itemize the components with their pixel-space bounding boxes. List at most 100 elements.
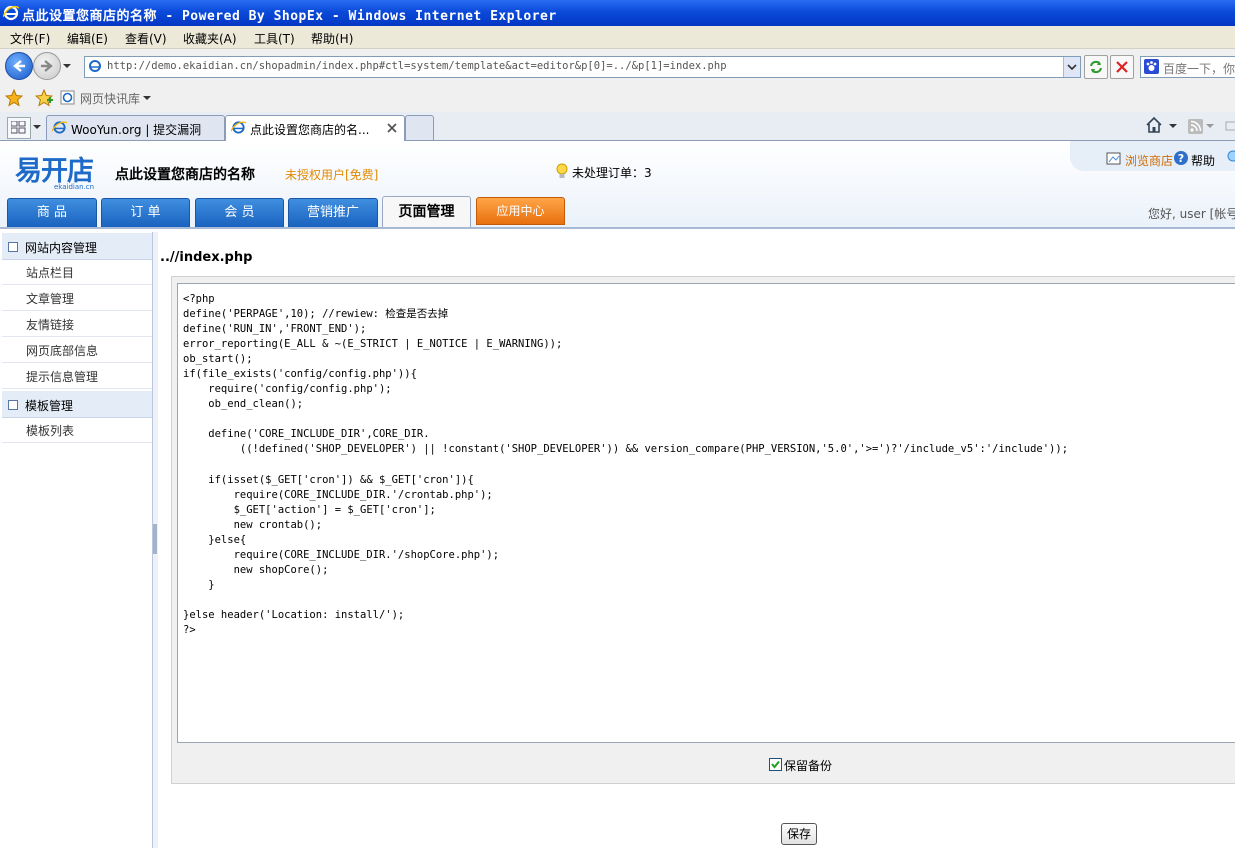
home-dropdown-icon[interactable]: [1169, 124, 1177, 130]
address-url: http://demo.ekaidian.cn/shopadmin/index.…: [107, 60, 727, 72]
sidebar-item-label: 模板列表: [26, 424, 75, 438]
file-path: ..//index.php: [160, 250, 253, 265]
tab-list-dropdown-icon[interactable]: [33, 125, 41, 131]
help-icon: ?: [1174, 151, 1188, 165]
menu-view[interactable]: 查看(V): [125, 30, 167, 47]
refresh-icon: [1090, 60, 1102, 74]
close-tab-icon[interactable]: [387, 123, 397, 133]
sidebar-item-tips-management[interactable]: 提示信息管理: [2, 363, 152, 389]
sidebar-item-label: 提示信息管理: [26, 370, 99, 384]
keep-backup-checkbox[interactable]: [769, 758, 782, 771]
page-icon: [89, 60, 101, 72]
forward-arrow-icon: [41, 60, 53, 72]
tips-lightbulb-icon[interactable]: [1227, 150, 1235, 166]
sidebar-item-footer-info[interactable]: 网页底部信息: [2, 337, 152, 363]
chevron-down-icon: [1067, 64, 1077, 71]
baidu-paw-icon: [1144, 59, 1159, 74]
splitter-grip[interactable]: [153, 524, 157, 554]
window-title-bar: 点此设置您商店的名称 - Powered By ShopEx - Windows…: [0, 0, 1235, 26]
tab-label: 点此设置您商店的名...: [250, 123, 370, 137]
ie-page-icon: [231, 121, 246, 134]
sidebar: 网站内容管理 站点栏目 文章管理 友情链接 网页底部信息 提示信息管理 模板管理…: [2, 232, 153, 848]
sidebar-item-template-list[interactable]: 模板列表: [2, 417, 152, 443]
editor-panel: <?php define('PERPAGE',10); //rewiew: 检查…: [171, 276, 1235, 784]
nav-tab-members[interactable]: 会 员: [195, 198, 284, 228]
refresh-button[interactable]: [1084, 55, 1108, 79]
ie-logo-icon: [3, 5, 19, 21]
keep-backup-label: 保留备份: [784, 759, 833, 773]
sidebar-item-label: 文章管理: [26, 292, 75, 306]
license-status[interactable]: 未授权用户[免费]: [285, 166, 378, 183]
menu-tools[interactable]: 工具(T): [254, 30, 295, 47]
nav-tab-products[interactable]: 商 品: [7, 198, 97, 228]
sidebar-item-site-columns[interactable]: 站点栏目: [2, 259, 152, 285]
sidebar-item-articles[interactable]: 文章管理: [2, 285, 152, 311]
nav-tab-page-management[interactable]: 页面管理: [382, 196, 471, 228]
menu-favorites[interactable]: 收藏夹(A): [183, 30, 237, 47]
sidebar-group-content[interactable]: 网站内容管理: [2, 233, 152, 260]
favorites-star-icon[interactable]: [5, 89, 23, 107]
back-arrow-icon: [13, 60, 25, 72]
checkmark-icon: [771, 760, 780, 769]
search-placeholder: 百度一下，你: [1163, 62, 1235, 76]
top-links: 浏览商店 ? 帮助: [1070, 141, 1235, 171]
feeds-dropdown-icon[interactable]: [1206, 124, 1214, 130]
sidebar-splitter[interactable]: [152, 232, 158, 848]
nav-tab-app-center[interactable]: 应用中心: [476, 197, 565, 225]
stop-button[interactable]: [1110, 55, 1134, 79]
address-toolbar: http://demo.ekaidian.cn/shopadmin/index.…: [0, 49, 1235, 85]
tab-wooyun[interactable]: WooYun.org | 提交漏洞: [46, 115, 225, 140]
web-slice-gallery[interactable]: 网页快讯库: [80, 90, 140, 107]
menu-edit[interactable]: 编辑(E): [67, 30, 108, 47]
chevron-down-icon: [143, 96, 151, 100]
browse-store-link[interactable]: 浏览商店: [1125, 152, 1173, 169]
nav-tab-orders[interactable]: 订 单: [101, 198, 190, 228]
sidebar-item-label: 友情链接: [26, 318, 75, 332]
forward-button[interactable]: [33, 52, 61, 80]
address-dropdown[interactable]: [1063, 57, 1080, 77]
app-header: 易开店 ekaidian.cn 点此设置您商店的名称 未授权用户[免费] 未处理…: [0, 141, 1235, 229]
home-icon[interactable]: [1145, 116, 1163, 134]
menu-help[interactable]: 帮助(H): [311, 30, 353, 47]
tab-label: WooYun.org | 提交漏洞: [71, 123, 202, 137]
browser-tab-bar: WooYun.org | 提交漏洞 点此设置您商店的名...: [0, 112, 1235, 141]
address-field[interactable]: http://demo.ekaidian.cn/shopadmin/index.…: [84, 56, 1081, 78]
shop-name[interactable]: 点此设置您商店的名称: [115, 164, 255, 184]
user-greeting: 您好, user [帐号: [1148, 207, 1235, 221]
sidebar-item-label: 站点栏目: [26, 266, 75, 280]
browse-store-icon: [1106, 152, 1121, 165]
sidebar-group-templates[interactable]: 模板管理: [2, 391, 152, 418]
keep-backup-option[interactable]: 保留备份: [769, 757, 832, 774]
collapse-icon: [8, 242, 18, 252]
web-slice-icon: [60, 90, 75, 105]
menu-file[interactable]: 文件(F): [10, 30, 50, 47]
header-divider: [0, 227, 1235, 229]
collapse-icon: [8, 400, 18, 410]
window-title: 点此设置您商店的名称 - Powered By ShopEx - Windows…: [22, 9, 557, 24]
print-icon[interactable]: [1225, 119, 1235, 133]
feeds-icon[interactable]: [1188, 119, 1203, 134]
quick-tabs-icon: [11, 121, 26, 134]
ie-page-icon: [52, 121, 67, 134]
sidebar-group-title: 模板管理: [25, 399, 74, 413]
sidebar-item-friend-links[interactable]: 友情链接: [2, 311, 152, 337]
pending-orders[interactable]: 未处理订单：3: [572, 164, 652, 181]
menu-bar: 文件(F) 编辑(E) 查看(V) 收藏夹(A) 工具(T) 帮助(H): [0, 26, 1235, 49]
back-button[interactable]: [5, 52, 33, 80]
stop-icon: [1116, 61, 1128, 73]
quick-tabs-button[interactable]: [7, 117, 31, 139]
app-logo-domain: ekaidian.cn: [54, 183, 95, 191]
new-tab-button[interactable]: [405, 115, 434, 140]
add-favorite-icon[interactable]: [35, 89, 53, 107]
lightbulb-icon: [556, 163, 568, 178]
help-link[interactable]: 帮助: [1191, 152, 1215, 169]
history-dropdown-icon[interactable]: [62, 62, 72, 70]
nav-tab-marketing[interactable]: 营销推广: [288, 198, 378, 228]
favorites-bar: 网页快讯库: [0, 85, 1235, 112]
save-button[interactable]: 保存: [781, 823, 817, 845]
sidebar-item-label: 网页底部信息: [26, 344, 99, 358]
tab-shop-admin[interactable]: 点此设置您商店的名...: [225, 115, 405, 141]
code-editor[interactable]: <?php define('PERPAGE',10); //rewiew: 检查…: [177, 283, 1235, 743]
sidebar-group-title: 网站内容管理: [25, 241, 98, 255]
search-field[interactable]: 百度一下，你: [1140, 56, 1235, 78]
